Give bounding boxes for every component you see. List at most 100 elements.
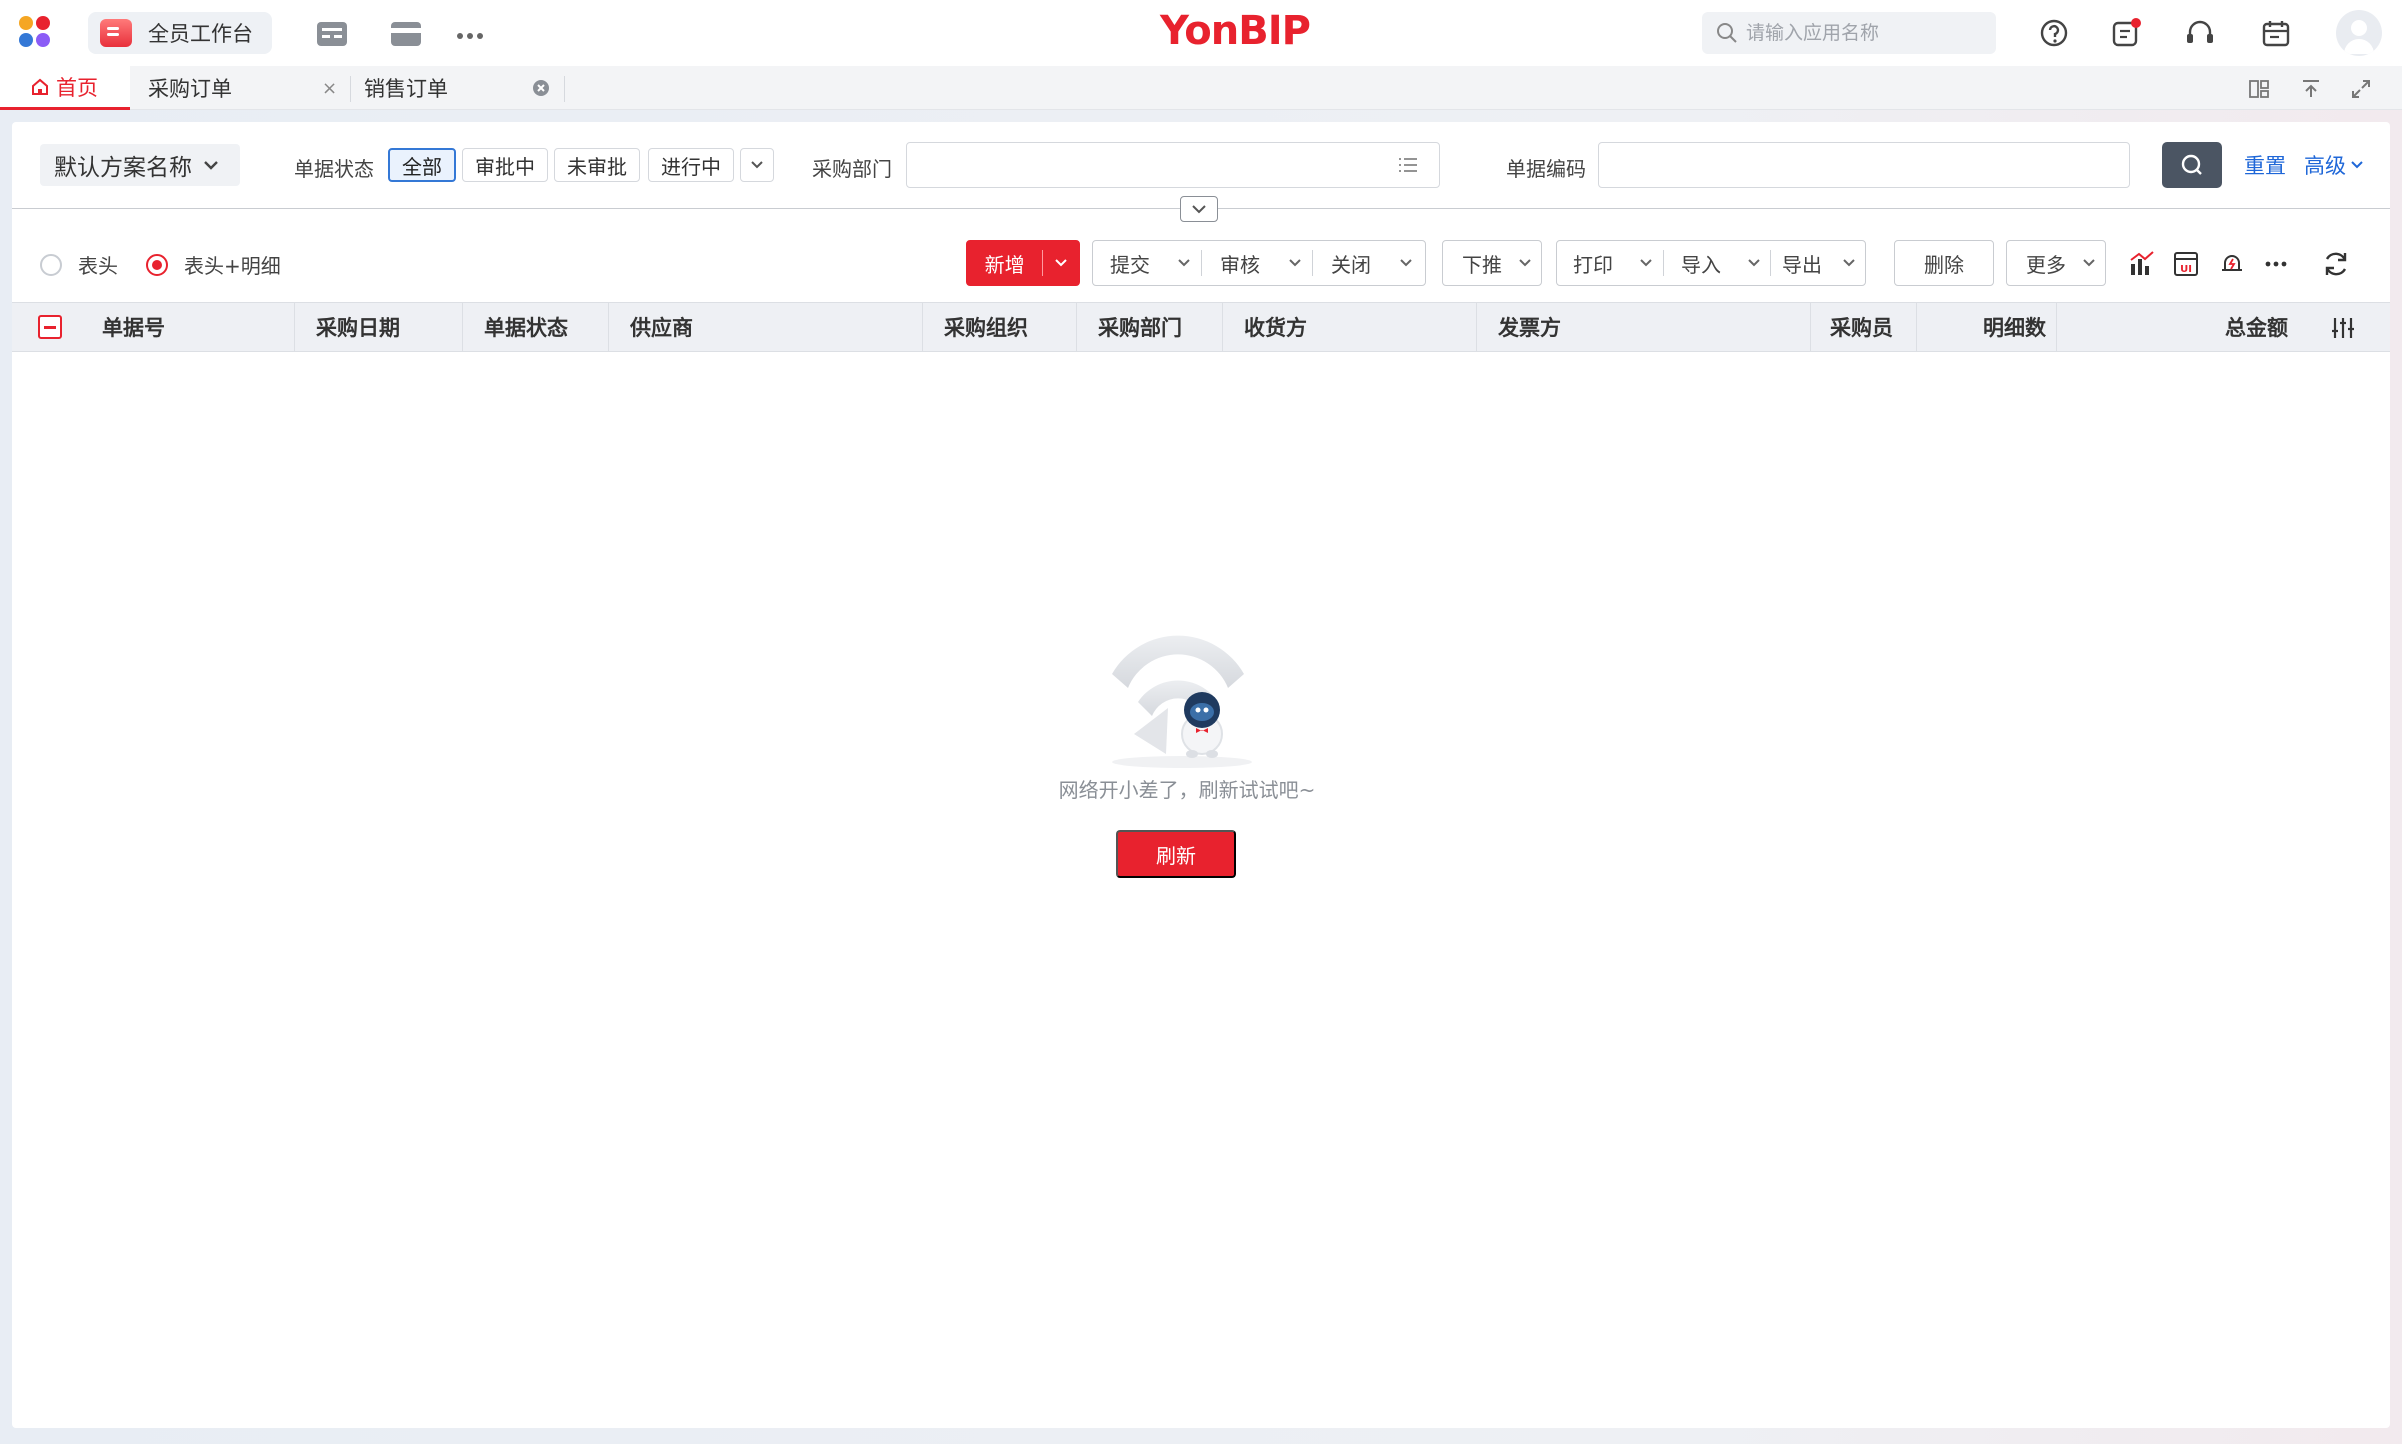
ui-designer-icon[interactable]: UI <box>2168 246 2204 282</box>
app-search-input[interactable] <box>1746 22 1986 44</box>
calendar-icon[interactable] <box>2256 14 2296 52</box>
audit-dropdown[interactable] <box>1278 241 1312 285</box>
column-header-purchase-dept[interactable]: 采购部门 <box>1098 303 1182 351</box>
tab-close-icon[interactable] <box>532 79 550 97</box>
column-header-doc-no[interactable]: 单据号 <box>102 303 165 351</box>
io-button-group: 打印 导入 导出 <box>1556 240 1866 286</box>
tab-close-button[interactable]: × <box>322 78 337 99</box>
add-dropdown[interactable] <box>1043 241 1079 285</box>
help-icon[interactable] <box>2034 14 2074 52</box>
tab-home[interactable]: 首页 <box>0 66 130 110</box>
refresh-button[interactable]: 刷新 <box>1116 830 1236 878</box>
status-more-button[interactable] <box>740 148 774 182</box>
select-all-checkbox[interactable] <box>38 315 62 339</box>
radio-header-only[interactable]: 表头 <box>40 250 118 279</box>
print-dropdown[interactable] <box>1629 241 1663 285</box>
code-input[interactable] <box>1598 142 2130 188</box>
scheme-select[interactable]: 默认方案名称 <box>40 144 240 186</box>
import-button[interactable]: 导入 <box>1664 241 1738 285</box>
radio-header-only-label: 表头 <box>78 254 118 278</box>
column-divider <box>608 303 609 351</box>
column-header-invoice-party[interactable]: 发票方 <box>1498 303 1561 351</box>
status-all-button[interactable]: 全部 <box>388 148 456 182</box>
column-header-purchase-date[interactable]: 采购日期 <box>316 303 400 351</box>
audit-button[interactable]: 审核 <box>1202 241 1278 285</box>
chevron-down-icon <box>1400 259 1412 267</box>
column-header-doc-status[interactable]: 单据状态 <box>484 303 568 351</box>
upload-icon[interactable] <box>2296 74 2326 104</box>
search-button[interactable] <box>2162 142 2222 188</box>
more-icon[interactable] <box>452 18 488 50</box>
reset-button[interactable]: 重置 <box>2244 150 2286 180</box>
dept-input[interactable] <box>906 142 1440 188</box>
chevron-down-icon <box>1178 259 1190 267</box>
chart-icon[interactable] <box>2124 246 2160 282</box>
more-icon[interactable] <box>2258 246 2294 282</box>
filter-collapse-toggle[interactable] <box>1180 196 1218 222</box>
home-icon <box>32 78 48 95</box>
alert-icon[interactable] <box>2214 246 2250 282</box>
table-header: 单据号 采购日期 单据状态 供应商 采购组织 采购部门 收货方 发票方 采购员 … <box>12 302 2390 352</box>
column-settings-icon[interactable] <box>2330 315 2356 341</box>
submit-button[interactable]: 提交 <box>1093 241 1167 285</box>
push-dropdown[interactable] <box>1509 241 1541 285</box>
workbench-label: 全员工作台 <box>148 22 253 46</box>
more-button[interactable]: 更多 <box>2006 240 2106 286</box>
avatar[interactable] <box>2336 10 2382 56</box>
table-icon[interactable] <box>314 18 350 50</box>
workbench-button[interactable]: 全员工作台 <box>88 12 272 54</box>
card-icon[interactable] <box>388 18 424 50</box>
radio-dot[interactable] <box>40 253 62 276</box>
export-dropdown[interactable] <box>1833 241 1865 285</box>
chevron-down-icon <box>1843 259 1855 267</box>
close-dropdown[interactable] <box>1389 241 1423 285</box>
import-dropdown[interactable] <box>1738 241 1770 285</box>
search-icon <box>2181 154 2202 175</box>
headset-icon[interactable] <box>2180 14 2220 52</box>
refresh-icon[interactable] <box>2318 246 2354 282</box>
tab-bar: 首页 采购订单 × 销售订单 <box>0 66 2402 110</box>
message-icon[interactable] <box>2106 14 2146 52</box>
column-divider <box>1076 303 1077 351</box>
search-icon <box>1717 23 1737 43</box>
empty-state-message: 网络开小差了，刷新试试吧~ <box>1058 778 1316 802</box>
tab-sales-order[interactable]: 销售订单 <box>364 66 564 110</box>
column-header-receiver[interactable]: 收货方 <box>1244 303 1307 351</box>
column-divider <box>462 303 463 351</box>
add-button[interactable]: 新增 <box>967 241 1042 285</box>
chevron-down-icon <box>1640 259 1652 267</box>
push-button[interactable]: 下推 <box>1442 240 1542 286</box>
action-button-group: 提交 审核 关闭 <box>1092 240 1426 286</box>
tab-purchase-order[interactable]: 采购订单 × <box>148 66 348 110</box>
tab-purchase-order-label: 采购订单 <box>148 77 232 101</box>
radio-header-detail[interactable]: 表头+明细 <box>146 250 281 279</box>
column-header-supplier[interactable]: 供应商 <box>630 303 693 351</box>
status-approving-button[interactable]: 审批中 <box>462 148 548 182</box>
column-header-total-amount[interactable]: 总金额 <box>2056 303 2288 351</box>
push-label: 下推 <box>1462 252 1502 277</box>
column-divider <box>1222 303 1223 351</box>
layout-icon[interactable] <box>2244 74 2274 104</box>
more-dropdown[interactable] <box>2073 241 2105 285</box>
column-header-detail-count[interactable]: 明细数 <box>1916 303 2046 351</box>
app-grid-icon[interactable] <box>16 14 56 50</box>
status-unapproved-button[interactable]: 未审批 <box>554 148 640 182</box>
column-header-purchase-org[interactable]: 采购组织 <box>944 303 1028 351</box>
close-button[interactable]: 关闭 <box>1313 241 1389 285</box>
more-label: 更多 <box>2026 252 2066 277</box>
submit-dropdown[interactable] <box>1167 241 1201 285</box>
column-divider <box>1476 303 1477 351</box>
add-button-group[interactable]: 新增 <box>966 240 1080 286</box>
print-button[interactable]: 打印 <box>1557 241 1629 285</box>
fullscreen-icon[interactable] <box>2346 74 2376 104</box>
advanced-button[interactable]: 高级 <box>2304 150 2364 180</box>
export-button[interactable]: 导出 <box>1771 241 1833 285</box>
advanced-label: 高级 <box>2304 154 2346 178</box>
delete-button[interactable]: 删除 <box>1894 240 1994 286</box>
column-header-buyer[interactable]: 采购员 <box>1830 303 1893 351</box>
status-in-progress-button[interactable]: 进行中 <box>648 148 734 182</box>
list-icon[interactable] <box>1397 155 1419 175</box>
radio-dot[interactable] <box>146 253 168 276</box>
app-search[interactable] <box>1702 12 1996 54</box>
scheme-select-label: 默认方案名称 <box>54 155 192 181</box>
